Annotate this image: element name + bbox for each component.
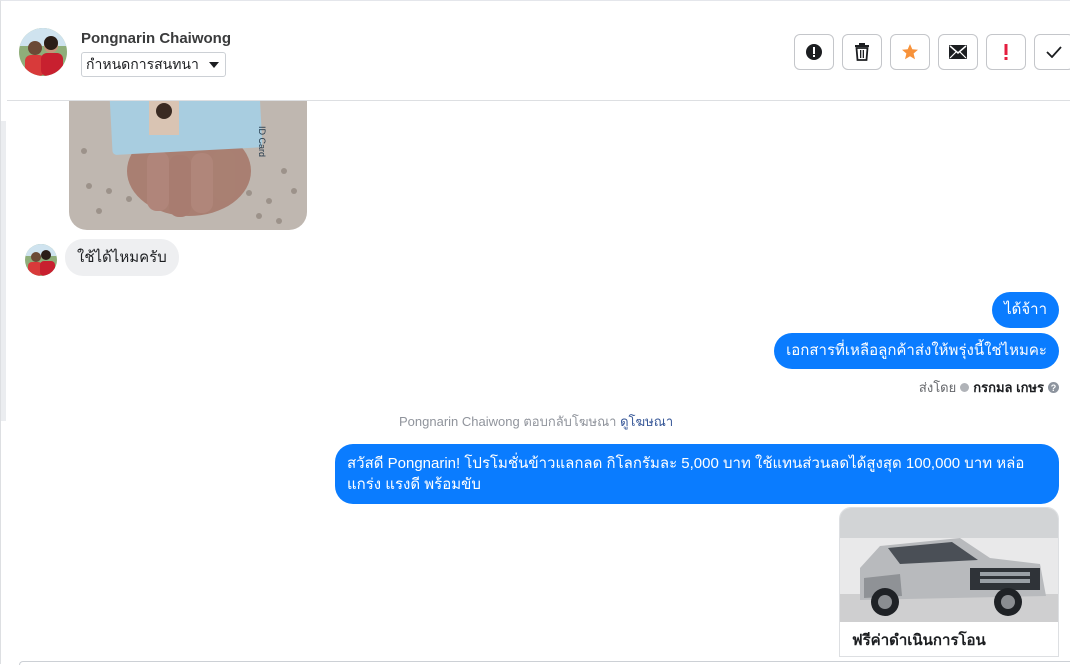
id-card-photo-attachment[interactable]: ID Card [69,101,307,230]
verified-icon [960,383,970,392]
left-scrollbar[interactable] [1,121,6,421]
ad-reply-name: Pongnarin Chaiwong [399,414,520,429]
dropdown-value: กำหนดการสนทนา [86,56,199,72]
contact-avatar[interactable] [19,28,67,76]
promo-line-2: แกร่ง แรงดี พร้อมขับ [347,476,481,493]
conversation-header: Pongnarin Chaiwong กำหนดการสนทนา [7,1,1070,101]
sent-by-name[interactable]: กรกมล เกษร [973,377,1044,398]
sent-by-prefix: ส่งโดย [918,380,957,395]
outgoing-message-2[interactable]: เอกสารที่เหลือลูกค้าส่งให้พรุ่งนี้ใช่ไหม… [774,333,1059,369]
ad-reply-note: Pongnarin Chaiwong ตอบกลับโฆษณา ดูโฆษณา [399,411,673,432]
pickup-truck-image [840,508,1058,622]
message-thread: ID Card ใช้ได้ไหมครับ ได้จ้าา เอกสารที่เ… [7,101,1070,665]
message-composer[interactable] [19,661,1070,665]
check-icon [1046,46,1062,58]
conversation-label-dropdown[interactable]: กำหนดการสนทนา [81,52,226,77]
id-card-label: ID Card [257,126,267,157]
follow-up-button[interactable] [986,34,1026,70]
contact-name[interactable]: Pongnarin Chaiwong [81,30,231,47]
spam-button[interactable] [794,34,834,70]
star-icon [902,44,918,60]
promo-line-1: สวัสดี Pongnarin! โปรโมชั่นข้าวแลกลด กิโ… [347,455,1025,472]
exclamation-icon [1004,44,1008,60]
delete-button[interactable] [842,34,882,70]
ad-card-title: ฟรีค่าดำเนินการโอน [852,632,986,649]
conversation-panel: Pongnarin Chaiwong กำหนดการสนทนา ID Card… [0,0,1070,665]
ad-card[interactable]: ฟรีค่าดำเนินการโอน [839,507,1059,657]
exclamation-circle-icon [806,44,822,60]
help-icon[interactable]: ? [1048,382,1059,393]
sent-by-info: ส่งโดย กรกมล เกษร ? [919,377,1059,398]
caret-down-icon [208,62,219,68]
trash-icon [855,43,869,61]
mark-done-button[interactable] [1034,34,1070,70]
view-ad-link[interactable]: ดูโฆษณา [620,414,673,429]
mark-unread-button[interactable] [938,34,978,70]
ad-reply-text: ตอบกลับโฆษณา [523,414,617,429]
promo-message[interactable]: สวัสดี Pongnarin! โปรโมชั่นข้าวแลกลด กิโ… [335,444,1059,504]
contact-avatar-small[interactable] [25,244,57,276]
incoming-message[interactable]: ใช้ได้ไหมครับ [65,239,179,276]
envelope-icon [949,45,967,59]
star-button[interactable] [890,34,930,70]
outgoing-message-1[interactable]: ได้จ้าา [992,292,1059,328]
